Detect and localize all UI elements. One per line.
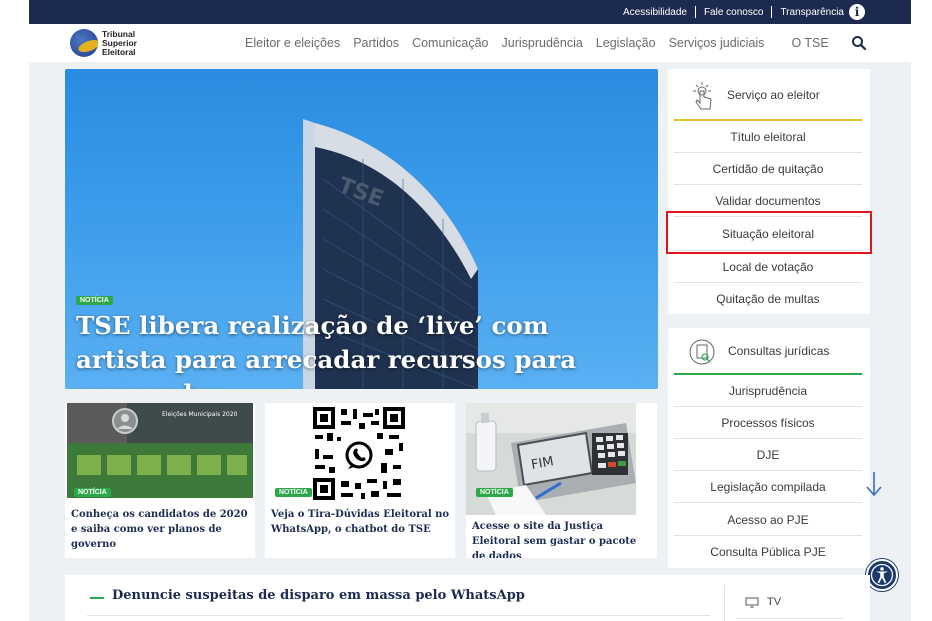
- news-card[interactable]: Eleições Municipais 2020 NOTÍCIA Conheça…: [65, 403, 255, 558]
- news-card[interactable]: NOTÍCIA Veja o Tira-Dúvidas Eleitoral no…: [265, 403, 455, 558]
- news-tag: NOTÍCIA: [476, 488, 513, 497]
- tv-label: TV: [767, 596, 782, 608]
- card-caption[interactable]: Veja o Tira-Dúvidas Eleitoral no WhatsAp…: [271, 507, 451, 537]
- nav-servicos-judiciais[interactable]: Serviços judiciais: [669, 36, 765, 50]
- news-tag: NOTÍCIA: [275, 488, 312, 497]
- divider: [771, 6, 773, 18]
- news-tag: NOTÍCIA: [76, 296, 113, 305]
- link-acessibilidade[interactable]: Acessibilidade: [623, 7, 687, 18]
- info-icon[interactable]: i: [849, 4, 865, 20]
- consulta-legislacao-compilada[interactable]: Legislação compilada: [674, 471, 862, 503]
- document-search-icon: [689, 339, 715, 365]
- consultas-juridicas-panel: Consultas jurídicas Jurisprudência Proce…: [668, 328, 870, 568]
- service-titulo-eleitoral[interactable]: Título eleitoral: [674, 121, 862, 153]
- top-utility-bar: Acessibilidade Fale conosco Transparênci…: [29, 0, 911, 24]
- service-local-votacao[interactable]: Local de votação: [674, 251, 862, 283]
- consulta-acesso-pje[interactable]: Acesso ao PJE: [674, 504, 862, 536]
- main-nav: Eleitor e eleições Partidos Comunicação …: [245, 24, 867, 62]
- search-icon[interactable]: [851, 35, 867, 51]
- divider: [87, 615, 710, 616]
- tse-logo[interactable]: Tribunal Superior Eleitoral: [70, 29, 137, 57]
- nav-legislacao[interactable]: Legislação: [596, 36, 656, 50]
- logo-text: Tribunal Superior Eleitoral: [102, 28, 137, 57]
- consulta-jurisprudencia[interactable]: Jurisprudência: [674, 375, 862, 407]
- link-transparencia[interactable]: Transparência: [780, 7, 844, 18]
- featured-section: Denuncie suspeitas de disparo em massa p…: [65, 575, 870, 621]
- nav-o-tse[interactable]: O TSE: [791, 36, 828, 50]
- candidatos-thumbnail: Eleições Municipais 2020: [67, 403, 253, 498]
- qr-code-image: [311, 405, 407, 502]
- hero-news[interactable]: TSE NOTÍCIA TSE libera realização de ‘li…: [65, 69, 658, 389]
- service-quitacao-multas[interactable]: Quitação de multas: [674, 283, 862, 315]
- divider: [736, 618, 843, 619]
- news-card[interactable]: FIM NOTÍCIA Acesse o site da Justiça Ele…: [466, 403, 657, 558]
- news-tag: NOTÍCIA: [74, 488, 111, 497]
- nav-comunicacao[interactable]: Comunicação: [412, 36, 488, 50]
- nav-eleitor-eleicoes[interactable]: Eleitor e eleições: [245, 36, 340, 50]
- divider: [694, 6, 696, 18]
- accessibility-icon[interactable]: [866, 559, 898, 591]
- card-caption[interactable]: Conheça os candidatos de 2020 e saiba co…: [71, 507, 251, 552]
- globe-logo-icon: [70, 29, 98, 57]
- featured-headline[interactable]: Denuncie suspeitas de disparo em massa p…: [112, 588, 525, 603]
- utility-links: Acessibilidade Fale conosco Transparênci…: [623, 0, 861, 24]
- urna-thumbnail: FIM: [466, 403, 636, 515]
- service-certidao-quitacao[interactable]: Certidão de quitação: [674, 153, 862, 185]
- panel-header: Serviço ao eleitor: [668, 69, 870, 121]
- tv-link[interactable]: TV: [745, 596, 781, 608]
- nav-jurisprudencia[interactable]: Jurisprudência: [502, 36, 583, 50]
- hero-headline[interactable]: TSE libera realização de ‘live’ com arti…: [76, 309, 636, 389]
- consulta-processos-fisicos[interactable]: Processos físicos: [674, 407, 862, 439]
- scroll-down-arrow-icon[interactable]: [864, 470, 884, 498]
- divider: [724, 585, 725, 621]
- tv-icon: [745, 597, 759, 607]
- headline-accent: [90, 597, 104, 599]
- link-fale-conosco[interactable]: Fale conosco: [704, 7, 763, 18]
- site-header: Tribunal Superior Eleitoral Eleitor e el…: [29, 24, 911, 62]
- nav-partidos[interactable]: Partidos: [353, 36, 399, 50]
- hand-touch-icon: [693, 82, 712, 110]
- consulta-publica-pje[interactable]: Consulta Pública PJE: [674, 536, 862, 568]
- panel-header: Consultas jurídicas: [668, 328, 870, 375]
- consulta-dje[interactable]: DJE: [674, 439, 862, 471]
- servico-eleitor-panel: Serviço ao eleitor Título eleitoral Cert…: [668, 69, 870, 314]
- card-caption[interactable]: Acesse o site da Justiça Eleitoral sem g…: [472, 519, 652, 558]
- thumbnail-title: Eleições Municipais 2020: [162, 411, 238, 418]
- panel-title: Consultas jurídicas: [728, 344, 830, 358]
- panel-title: Serviço ao eleitor: [727, 88, 820, 102]
- highlight-box: [666, 211, 872, 254]
